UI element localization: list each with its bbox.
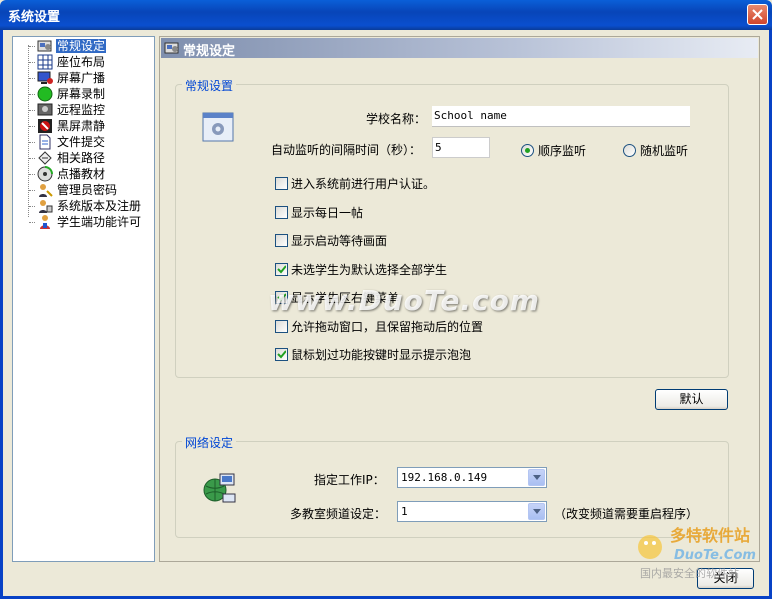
logo-site: DuoTe.Com: [674, 548, 756, 563]
network-settings-legend: 网络设定: [182, 434, 237, 451]
record-icon: [37, 86, 53, 102]
tree-item-admin-password[interactable]: 管理员密码: [29, 182, 118, 198]
network-icon: [203, 473, 236, 503]
grid-icon: [37, 54, 53, 70]
tooltip-bubble-checkbox[interactable]: 鼠标划过功能按键时显示提示泡泡: [275, 346, 471, 362]
tree-item-version-register[interactable]: 系统版本及注册: [29, 198, 142, 214]
general-settings-group: 常规设置 学校名称： School name 自动监听的间隔时间（秒）： 5 顺…: [175, 77, 729, 378]
window-close-button[interactable]: [747, 4, 768, 25]
broadcast-icon: [37, 71, 53, 84]
default-button[interactable]: 默认: [655, 389, 728, 410]
check-mark-icon: [277, 349, 286, 358]
tree-item-remote-monitor[interactable]: 远程监控: [29, 102, 106, 118]
radio-checked: [521, 143, 534, 157]
dropdown-arrow[interactable]: [528, 503, 545, 520]
channel-value: 1: [401, 505, 408, 518]
tree-item-file-submit[interactable]: 文件提交: [29, 134, 106, 150]
school-name-input[interactable]: School name: [432, 106, 690, 127]
daily-tip-checkbox[interactable]: 显示每日一帖: [275, 204, 363, 220]
tree-item-general[interactable]: 常规设定: [29, 38, 107, 54]
logo-slogan: 国内最安全的软件站: [640, 566, 739, 580]
title-bar[interactable]: 系统设置: [0, 0, 772, 30]
watermark-text: www.DuoTe.com: [268, 284, 540, 317]
media-icon: [37, 166, 53, 182]
student-permission-icon: [40, 215, 50, 229]
chevron-down-icon: [533, 509, 541, 514]
check-mark-icon: [277, 264, 286, 273]
work-ip-label: 指定工作IP：: [314, 473, 385, 487]
tree-item-on-demand-material[interactable]: 点播教材: [29, 166, 106, 182]
channel-select[interactable]: 1: [397, 501, 547, 522]
chevron-down-icon: [533, 475, 541, 480]
file-icon: [39, 134, 51, 150]
drag-window-checkbox[interactable]: 允许拖动窗口，且保留拖动后的位置: [275, 318, 483, 334]
admin-key-icon: [39, 184, 53, 197]
school-name-label: 学校名称：: [366, 112, 427, 126]
general-settings-legend: 常规设置: [182, 77, 237, 94]
navigation-tree[interactable]: 常规设定 座位布局 屏幕广播 屏幕录制 远程监控 黑屏肃静 文件提交 相关路径: [12, 36, 155, 562]
channel-label: 多教室频道设定：: [290, 507, 387, 521]
monitor-interval-input[interactable]: 5: [432, 137, 490, 158]
select-all-students-checkbox[interactable]: 未选学生为默认选择全部学生: [275, 261, 447, 277]
monitor-interval-label: 自动监听的间隔时间（秒）：: [271, 143, 422, 157]
blackscreen-icon: [38, 119, 52, 133]
version-icon: [39, 200, 53, 213]
splash-screen-checkbox[interactable]: 显示启动等待画面: [275, 232, 387, 248]
radio-unchecked: [623, 143, 636, 157]
close-icon: [752, 9, 763, 20]
tree-item-student-permission[interactable]: 学生端功能许可: [29, 214, 142, 230]
settings-icon: [37, 40, 52, 52]
monitor-icon: [37, 103, 53, 116]
tree-item-black-screen[interactable]: 黑屏肃静: [29, 118, 106, 134]
tree-item-screen-broadcast[interactable]: 屏幕广播: [29, 70, 106, 86]
work-ip-select[interactable]: 192.168.0.149: [397, 467, 547, 488]
tree-item-related-path[interactable]: 相关路径: [29, 150, 106, 166]
channel-note: （改变频道需要重启程序）: [554, 507, 699, 521]
sequential-monitor-radio[interactable]: 顺序监听: [521, 142, 586, 158]
window-title: 系统设置: [8, 10, 61, 25]
logo-brand: 多特软件站: [670, 526, 750, 545]
settings-panel-icon: [202, 112, 234, 142]
random-monitor-radio[interactable]: 随机监听: [623, 142, 688, 158]
work-ip-value: 192.168.0.149: [401, 471, 488, 484]
tree-item-screen-record[interactable]: 屏幕录制: [29, 86, 106, 102]
dropdown-arrow[interactable]: [528, 469, 545, 486]
settings-icon: [164, 42, 179, 54]
path-icon: [38, 151, 52, 165]
content-title: 常规设定: [183, 44, 236, 59]
content-header: 常规设定: [161, 38, 758, 59]
tree-item-seat-layout[interactable]: 座位布局: [29, 54, 106, 70]
user-auth-checkbox[interactable]: 进入系统前进行用户认证。: [275, 175, 435, 191]
duote-logo-watermark: 多特软件站 DuoTe.Com 国内最安全的软件站: [638, 526, 756, 580]
